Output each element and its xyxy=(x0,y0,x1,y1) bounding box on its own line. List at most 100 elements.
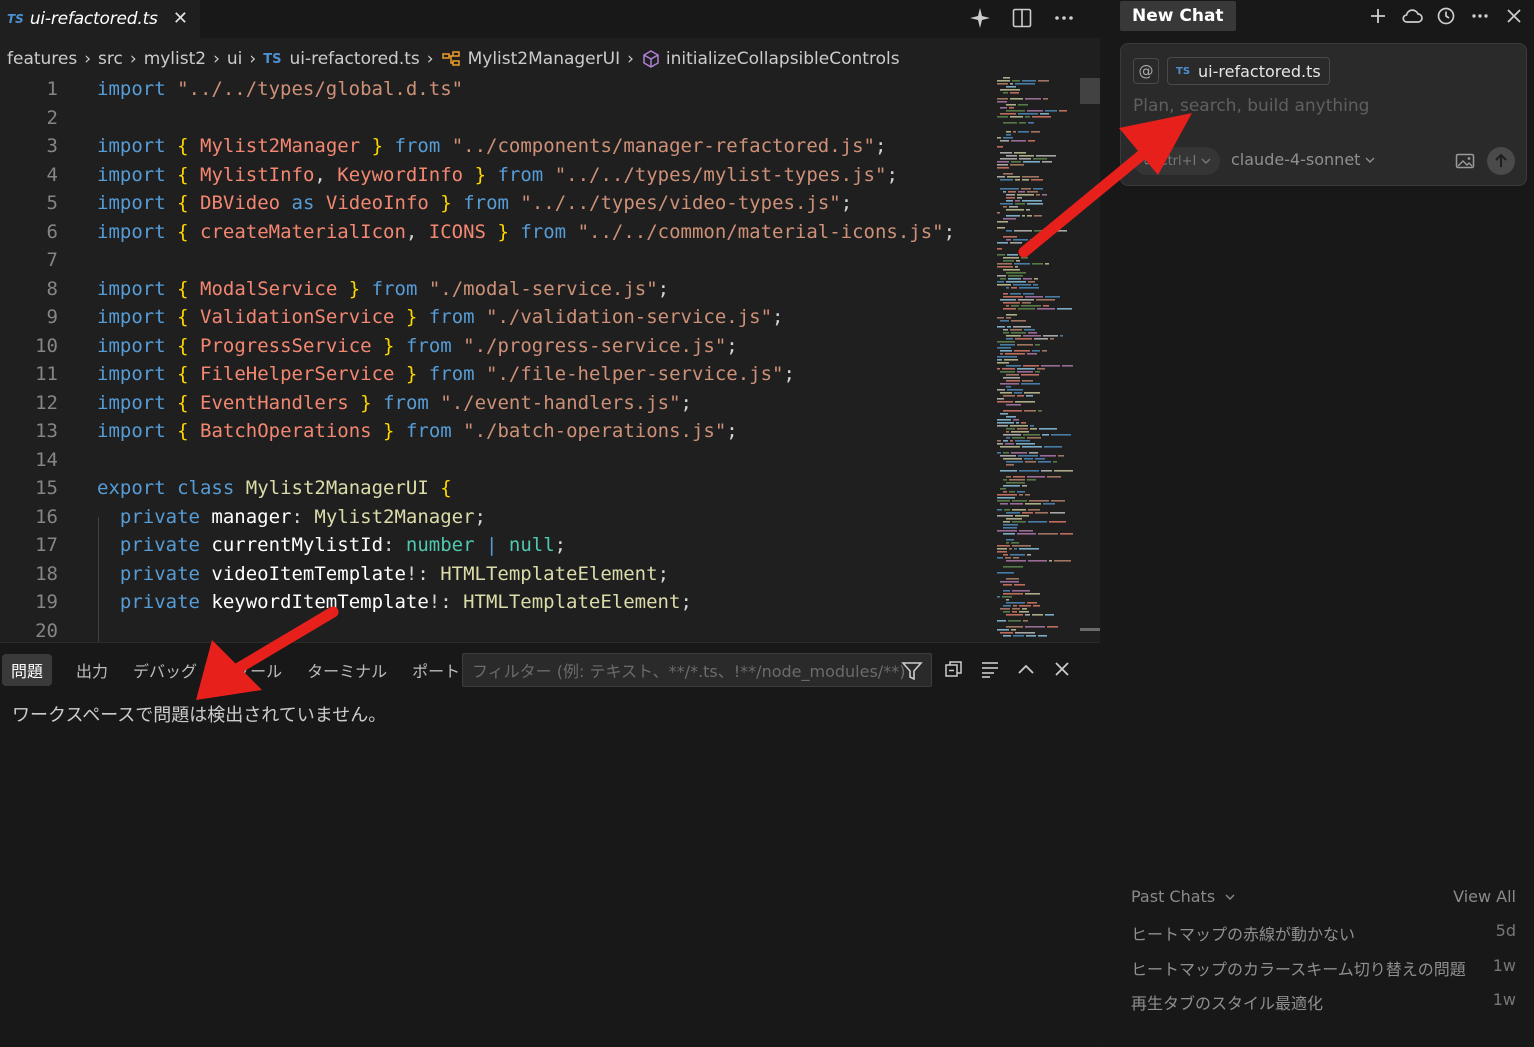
minimap-line xyxy=(1014,548,1017,550)
code-line[interactable]: 20 xyxy=(0,617,990,643)
code-line[interactable]: 16 private manager: Mylist2Manager; xyxy=(0,503,990,532)
code-line[interactable]: 5 import { DBVideo as VideoInfo } from ".… xyxy=(0,189,990,218)
history-icon[interactable] xyxy=(1433,4,1459,28)
past-chat-item[interactable]: ヒートマップの赤線が動かない 5d xyxy=(1131,921,1516,945)
code-line[interactable]: 8 import { ModalService } from "./modal-s… xyxy=(0,275,990,304)
minimap-line xyxy=(1015,632,1035,634)
minimap-line xyxy=(997,368,1000,370)
code-line[interactable]: 10 import { ProgressService } from "./pro… xyxy=(0,332,990,361)
filter-icon[interactable] xyxy=(901,660,923,682)
agent-mode-selector[interactable]: ∞ Ctrl+I xyxy=(1133,147,1221,175)
indent-guide xyxy=(98,517,99,647)
minimap-line xyxy=(1025,494,1030,496)
more-icon[interactable] xyxy=(1052,6,1076,30)
chat-composer[interactable]: @ TS ui-refactored.ts Plan, search, buil… xyxy=(1120,43,1527,186)
chevron-right-icon: › xyxy=(426,49,434,69)
model-selector[interactable]: claude-4-sonnet xyxy=(1231,150,1376,169)
code-line[interactable]: 14 xyxy=(0,446,990,475)
minimap-line xyxy=(1003,92,1008,94)
tab-close-icon[interactable]: ✕ xyxy=(173,8,188,29)
word-wrap-icon[interactable] xyxy=(978,657,1002,681)
minimap-line xyxy=(997,548,1007,550)
breadcrumb-item[interactable]: mylist2 xyxy=(144,49,206,69)
split-editor-icon[interactable] xyxy=(1010,6,1034,30)
collapse-all-icon[interactable] xyxy=(942,657,966,681)
code-line[interactable]: 9 import { ValidationService } from "./va… xyxy=(0,303,990,332)
minimap-line xyxy=(1003,77,1010,79)
code-line[interactable]: 13 import { BatchOperations } from "./bat… xyxy=(0,417,990,446)
close-icon[interactable] xyxy=(1501,4,1527,28)
minimap-line xyxy=(997,116,1008,118)
tab-output[interactable]: 出力 xyxy=(67,654,117,686)
breadcrumb-item[interactable]: Mylist2ManagerUI xyxy=(468,49,621,69)
minimap-line xyxy=(997,221,1008,223)
minimap-line xyxy=(1015,440,1030,442)
minimap-line xyxy=(1026,209,1030,211)
code-line[interactable]: 2 xyxy=(0,104,990,133)
code-line[interactable]: 3 import { Mylist2Manager } from "../comp… xyxy=(0,132,990,161)
minimap-line xyxy=(1000,89,1020,91)
code-line[interactable]: 15 export class Mylist2ManagerUI { xyxy=(0,474,990,503)
minimap-line xyxy=(1042,434,1049,436)
breadcrumb: features › src › mylist2 › ui › TS ui-re… xyxy=(0,44,1000,74)
minimap-line xyxy=(1011,287,1017,289)
minimap-line xyxy=(1006,599,1009,601)
sparkle-icon[interactable] xyxy=(968,6,992,30)
code-line[interactable]: 4 import { MylistInfo, KeywordInfo } from… xyxy=(0,161,990,190)
past-chat-item[interactable]: ヒートマップのカラースキーム切り替えの問題 1w xyxy=(1131,956,1516,980)
code-line[interactable]: 18 private videoItemTemplate!: HTMLTempl… xyxy=(0,560,990,589)
context-file-chip[interactable]: TS ui-refactored.ts xyxy=(1167,57,1330,85)
minimap-line xyxy=(1013,476,1025,478)
breadcrumb-item[interactable]: initializeCollapsibleControls xyxy=(666,49,900,69)
code-line[interactable]: 19 private keywordItemTemplate!: HTMLTem… xyxy=(0,588,990,617)
minimap-line xyxy=(1011,140,1026,142)
add-context-button[interactable]: @ xyxy=(1133,58,1159,84)
close-panel-icon[interactable] xyxy=(1050,657,1074,681)
code-editor[interactable]: 1 import "../../types/global.d.ts" 2 3 impor… xyxy=(0,75,990,642)
breadcrumb-item[interactable]: ui-refactored.ts xyxy=(289,49,419,69)
code-line[interactable]: 1 import "../../types/global.d.ts" xyxy=(0,75,990,104)
cloud-icon[interactable] xyxy=(1399,4,1425,28)
minimap-line xyxy=(1010,116,1023,118)
tab-debug-console[interactable]: デバッグ コンソール xyxy=(124,654,291,686)
tab-terminal[interactable]: ターミナル xyxy=(298,654,396,686)
view-all-link[interactable]: View All xyxy=(1453,887,1516,906)
plus-icon[interactable] xyxy=(1365,4,1391,28)
minimap[interactable] xyxy=(995,75,1075,640)
more-icon[interactable] xyxy=(1467,4,1493,28)
code-line[interactable]: 7 xyxy=(0,246,990,275)
minimap-line xyxy=(1049,521,1066,523)
breadcrumb-item[interactable]: ui xyxy=(227,49,243,69)
new-chat-tab[interactable]: New Chat xyxy=(1120,1,1236,31)
minimap-line xyxy=(1018,131,1029,133)
tab-ports[interactable]: ポート xyxy=(403,654,469,686)
past-chat-item[interactable]: 再生タブのスタイル最適化 1w xyxy=(1131,990,1516,1014)
chat-sidebar: New Chat @ TS ui-refactored.ts Plan, sea… xyxy=(1101,0,1534,1047)
minimap-line xyxy=(1025,98,1041,100)
code-line[interactable]: 17 private currentMylistId: number | nul… xyxy=(0,531,990,560)
past-chats-toggle[interactable]: Past Chats xyxy=(1131,887,1236,906)
editor-tab[interactable]: TS ui-refactored.ts ✕ xyxy=(0,0,200,38)
vertical-scrollbar-thumb[interactable] xyxy=(1080,78,1100,104)
code-line[interactable]: 12 import { EventHandlers } from "./event… xyxy=(0,389,990,418)
code-line[interactable]: 11 import { FileHelperService } from "./f… xyxy=(0,360,990,389)
past-chat-title: 再生タブのスタイル最適化 xyxy=(1131,994,1324,1013)
minimap-line xyxy=(997,242,1008,244)
code-line[interactable]: 6 import { createMaterialIcon, ICONS } fr… xyxy=(0,218,990,247)
minimap-line xyxy=(1045,263,1049,265)
breadcrumb-item[interactable]: src xyxy=(98,49,123,69)
minimap-line xyxy=(1018,455,1038,457)
image-icon[interactable] xyxy=(1454,150,1476,172)
minimap-line xyxy=(1006,518,1022,520)
send-button[interactable] xyxy=(1487,147,1515,175)
minimap-line xyxy=(1037,308,1055,310)
minimap-line xyxy=(1006,614,1023,616)
chat-input-placeholder[interactable]: Plan, search, build anything xyxy=(1133,96,1369,116)
maximize-panel-icon[interactable] xyxy=(1014,657,1038,681)
problems-filter-input[interactable]: フィルター (例: テキスト、**/*.ts、!**/node_modules/… xyxy=(462,653,932,687)
minimap-line xyxy=(1003,491,1007,493)
minimap-line xyxy=(1013,419,1019,421)
tab-problems[interactable]: 問題 xyxy=(2,654,53,686)
method-cube-icon xyxy=(643,50,659,68)
breadcrumb-item[interactable]: features xyxy=(7,49,77,69)
